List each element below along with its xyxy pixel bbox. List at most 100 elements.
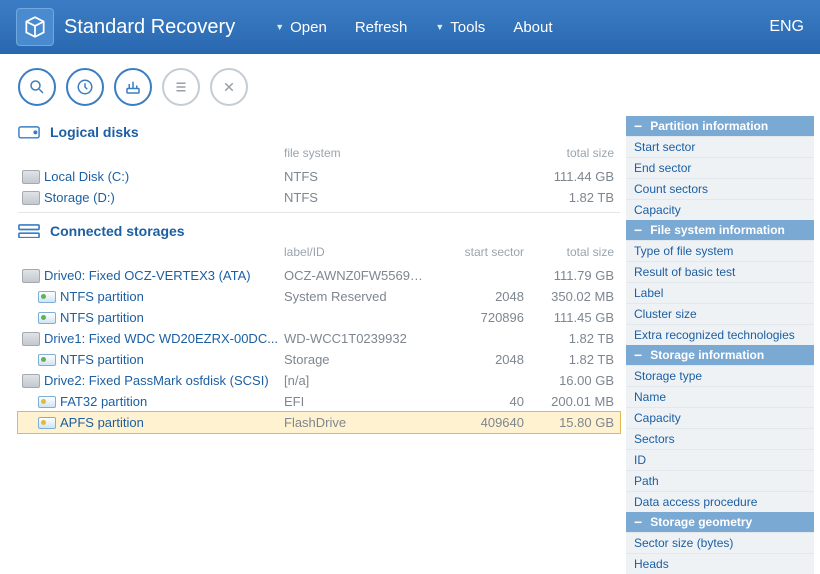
partition-icon bbox=[18, 312, 60, 324]
partition-icon bbox=[18, 417, 60, 429]
tool-list-button[interactable] bbox=[162, 68, 200, 106]
side-info-item: Result of basic test bbox=[626, 261, 814, 282]
tool-build-button[interactable] bbox=[114, 68, 152, 106]
storage-column-titles: label/IDstart sectortotal size bbox=[18, 245, 620, 265]
side-info-item: Data access procedure bbox=[626, 491, 814, 512]
drive-name: Drive1: Fixed WDC WD20EZRX-00DC... bbox=[44, 331, 284, 346]
logical-column-titles: file systemtotal size bbox=[18, 146, 620, 166]
drive-size: 111.79 GB bbox=[524, 268, 614, 283]
partition-row[interactable]: FAT32 partition EFI 40 200.01 MB bbox=[18, 391, 620, 412]
app-logo-icon bbox=[16, 8, 54, 46]
caret-down-icon: ▼ bbox=[435, 22, 444, 32]
menu-about[interactable]: About bbox=[513, 19, 552, 36]
partition-label: Storage bbox=[284, 352, 424, 367]
side-info-item: Count sectors bbox=[626, 178, 814, 199]
partition-row[interactable]: NTFS partition Storage 2048 1.82 TB bbox=[18, 349, 620, 370]
drive-row[interactable]: Drive1: Fixed WDC WD20EZRX-00DC... WD-WC… bbox=[18, 328, 620, 349]
section-connected-storages: Connected storages bbox=[18, 215, 620, 245]
collapse-icon: − bbox=[634, 515, 642, 529]
partition-start-sector: 2048 bbox=[424, 352, 524, 367]
drive-icon bbox=[18, 332, 44, 346]
menu-tools[interactable]: ▼Tools bbox=[435, 19, 485, 36]
side-info-item: Extra recognized technologies bbox=[626, 324, 814, 345]
drive-label: WD-WCC1T0239932 bbox=[284, 331, 424, 346]
partition-start-sector: 409640 bbox=[424, 415, 524, 430]
drive-row[interactable]: Drive2: Fixed PassMark osfdisk (SCSI) [n… bbox=[18, 370, 620, 391]
collapse-icon: − bbox=[634, 348, 642, 362]
partition-label: FlashDrive bbox=[284, 415, 424, 430]
tool-scan-button[interactable] bbox=[18, 68, 56, 106]
main-menu: ▼Open Refresh ▼Tools About bbox=[275, 19, 769, 36]
side-info-item: Sector size (bytes) bbox=[626, 532, 814, 553]
section-logical-disks: Logical disks bbox=[18, 116, 620, 146]
partition-name: NTFS partition bbox=[60, 289, 284, 304]
disk-name: Storage (D:) bbox=[44, 190, 284, 205]
disk-icon bbox=[18, 170, 44, 184]
partition-start-sector: 2048 bbox=[424, 289, 524, 304]
partition-size: 350.02 MB bbox=[524, 289, 614, 304]
partition-name: APFS partition bbox=[60, 415, 284, 430]
side-group-header[interactable]: −Partition information bbox=[626, 116, 814, 136]
side-info-item: Type of file system bbox=[626, 240, 814, 261]
side-info-item: Label bbox=[626, 282, 814, 303]
drive-row[interactable]: Drive0: Fixed OCZ-VERTEX3 (ATA) OCZ-AWNZ… bbox=[18, 265, 620, 286]
disk-name: Local Disk (C:) bbox=[44, 169, 284, 184]
partition-size: 1.82 TB bbox=[524, 352, 614, 367]
drive-icon bbox=[18, 374, 44, 388]
partition-icon bbox=[18, 354, 60, 366]
partition-row[interactable]: NTFS partition 720896 111.45 GB bbox=[18, 307, 620, 328]
side-info-item: Cluster size bbox=[626, 303, 814, 324]
drive-label: [n/a] bbox=[284, 373, 424, 388]
partition-icon bbox=[18, 291, 60, 303]
partition-row[interactable]: APFS partition FlashDrive 409640 15.80 G… bbox=[18, 412, 620, 433]
drive-name: Drive2: Fixed PassMark osfdisk (SCSI) bbox=[44, 373, 284, 388]
side-info-item: Start sector bbox=[626, 136, 814, 157]
side-group-header[interactable]: −Storage geometry bbox=[626, 512, 814, 532]
disk-fs: NTFS bbox=[284, 190, 424, 205]
side-info-item: Sectors bbox=[626, 428, 814, 449]
partition-start-sector: 40 bbox=[424, 394, 524, 409]
side-info-item: Heads bbox=[626, 553, 814, 574]
drive-label: OCZ-AWNZ0FW55696... bbox=[284, 268, 424, 283]
partition-size: 200.01 MB bbox=[524, 394, 614, 409]
toolbar bbox=[0, 54, 820, 116]
side-info-item: Capacity bbox=[626, 199, 814, 220]
collapse-icon: − bbox=[634, 223, 642, 237]
tool-diagnose-button[interactable] bbox=[66, 68, 104, 106]
connected-storages-icon bbox=[18, 223, 40, 239]
menu-open[interactable]: ▼Open bbox=[275, 19, 327, 36]
partition-label: System Reserved bbox=[284, 289, 424, 304]
side-group-header[interactable]: −Storage information bbox=[626, 345, 814, 365]
partition-name: NTFS partition bbox=[60, 310, 284, 325]
drive-icon bbox=[18, 269, 44, 283]
divider bbox=[18, 212, 620, 213]
side-group-title: File system information bbox=[650, 223, 785, 237]
disk-size: 1.82 TB bbox=[524, 190, 614, 205]
side-info-item: Name bbox=[626, 386, 814, 407]
partition-name: FAT32 partition bbox=[60, 394, 284, 409]
language-selector[interactable]: ENG bbox=[769, 18, 804, 36]
list-item[interactable]: Local Disk (C:) NTFS 111.44 GB bbox=[18, 166, 620, 187]
side-info-item: Capacity bbox=[626, 407, 814, 428]
caret-down-icon: ▼ bbox=[275, 22, 284, 32]
drive-size: 16.00 GB bbox=[524, 373, 614, 388]
list-item[interactable]: Storage (D:) NTFS 1.82 TB bbox=[18, 187, 620, 208]
partition-name: NTFS partition bbox=[60, 352, 284, 367]
app-header: Standard Recovery ▼Open Refresh ▼Tools A… bbox=[0, 0, 820, 54]
side-group-header[interactable]: −File system information bbox=[626, 220, 814, 240]
side-info-item: Storage type bbox=[626, 365, 814, 386]
app-title: Standard Recovery bbox=[64, 16, 235, 39]
partition-row[interactable]: NTFS partition System Reserved 2048 350.… bbox=[18, 286, 620, 307]
partition-size: 111.45 GB bbox=[524, 310, 614, 325]
tool-close-button[interactable] bbox=[210, 68, 248, 106]
side-group-title: Storage information bbox=[650, 348, 764, 362]
menu-refresh[interactable]: Refresh bbox=[355, 19, 408, 36]
disk-size: 111.44 GB bbox=[524, 169, 614, 184]
logical-disks-icon bbox=[18, 124, 40, 140]
drive-name: Drive0: Fixed OCZ-VERTEX3 (ATA) bbox=[44, 268, 284, 283]
drive-size: 1.82 TB bbox=[524, 331, 614, 346]
info-side-panel: −Partition informationStart sectorEnd se… bbox=[626, 116, 814, 574]
section-title: Connected storages bbox=[50, 223, 620, 239]
storage-list-pane: Logical disks file systemtotal size Loca… bbox=[18, 116, 620, 574]
disk-fs: NTFS bbox=[284, 169, 424, 184]
